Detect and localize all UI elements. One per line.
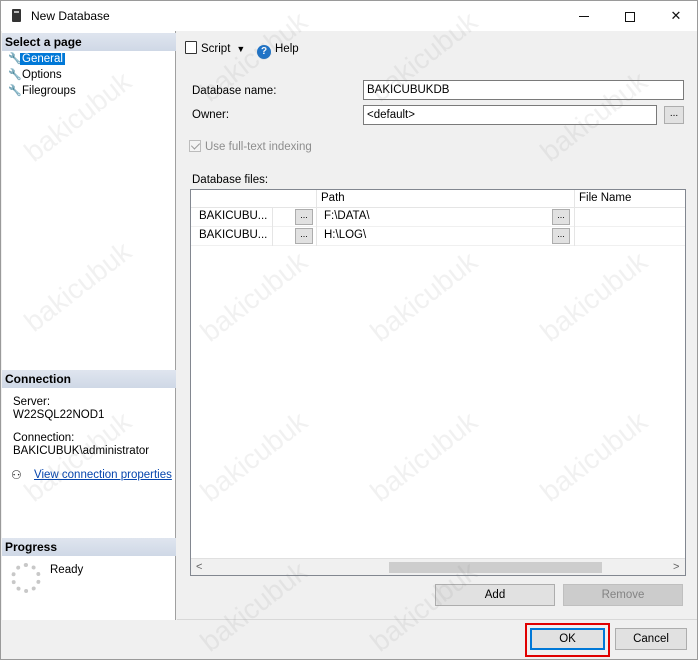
path-cell[interactable]: F:\DATA\ [324,210,370,222]
progress-status: Ready [50,564,84,576]
wrench-icon: 🔧 [8,69,22,81]
column-header-path[interactable]: Path [321,192,345,204]
database-name-label: Database name: [192,85,277,97]
row-separator [272,227,273,246]
minimize-button[interactable] [561,1,607,31]
database-files-grid[interactable]: Path File Name BAKICUBU... ... F:\DATA\ … [190,189,686,576]
footer-divider [177,619,697,620]
name-browse-button[interactable]: ... [295,228,313,244]
title-bar: New Database ✕ [1,1,697,31]
name-browse-button[interactable]: ... [295,209,313,225]
row-separator [316,227,317,246]
page-filegroups-label: Filegroups [22,85,76,97]
row-separator [272,208,273,227]
cancel-button[interactable]: Cancel [615,628,687,650]
select-page-header: Select a page [2,33,176,51]
general-page-content: Database name: Owner: ... Use full-text … [177,69,697,619]
toolbar: Script ▼ ? Help [177,33,697,63]
progress-header: Progress [2,538,176,556]
help-icon: ? [257,45,271,59]
owner-browse-button[interactable]: ... [664,106,684,124]
row-separator [316,208,317,227]
connection-properties-icon: ⚇ [11,468,22,482]
owner-label: Owner: [192,109,230,121]
script-button[interactable]: Script ▼ [185,41,245,57]
path-cell[interactable]: H:\LOG\ [324,229,366,241]
maximize-button[interactable] [607,1,653,31]
fulltext-indexing-row: Use full-text indexing [189,140,312,153]
connection-header: Connection [2,370,176,388]
page-options[interactable]: 🔧Options [8,68,64,83]
window-title: New Database [31,9,110,23]
logical-name-cell[interactable]: BAKICUBU... [199,210,267,222]
page-filegroups[interactable]: 🔧Filegroups [8,84,78,99]
progress-spinner-icon [11,563,41,593]
scroll-right-icon[interactable]: > [673,561,679,573]
chevron-down-icon: ▼ [236,44,246,54]
help-label: Help [275,43,299,55]
grid-header: Path File Name [191,190,685,208]
row-separator [574,227,575,246]
scroll-left-icon[interactable]: < [196,561,202,573]
logical-name-cell[interactable]: BAKICUBU... [199,229,267,241]
script-icon [185,41,197,54]
page-general-label: General [20,53,65,65]
column-header-file-name[interactable]: File Name [579,192,631,204]
owner-input[interactable] [363,105,657,125]
minimize-icon [579,16,589,18]
new-database-dialog: New Database ✕ Select a page 🔧General 🔧O… [0,0,698,660]
connection-label: Connection: [13,432,75,444]
database-files-label: Database files: [192,174,269,186]
add-button[interactable]: Add [435,584,555,606]
scrollbar-thumb[interactable] [389,562,602,573]
server-value: W22SQL22NOD1 [13,409,105,421]
app-icon [12,9,21,22]
close-icon: ✕ [670,8,682,23]
wrench-icon: 🔧 [8,85,22,97]
fulltext-indexing-checkbox[interactable] [189,140,201,152]
help-button[interactable]: ? Help [257,41,299,59]
path-browse-button[interactable]: ... [552,209,570,225]
maximize-icon [625,11,635,22]
server-label: Server: [13,396,51,408]
fulltext-indexing-label: Use full-text indexing [205,141,312,153]
table-row[interactable]: BAKICUBU... ... H:\LOG\ ... [191,227,685,246]
remove-button[interactable]: Remove [563,584,683,606]
page-general[interactable]: 🔧General [8,52,65,67]
script-label: Script [201,43,231,55]
left-pane: Select a page 🔧General 🔧Options 🔧Filegro… [2,31,176,620]
close-button[interactable]: ✕ [653,1,698,31]
ok-button[interactable]: OK [530,628,605,650]
row-separator [574,208,575,227]
database-name-input[interactable] [363,80,684,100]
connection-value: BAKICUBUK\administrator [13,445,150,457]
table-row[interactable]: BAKICUBU... ... F:\DATA\ ... [191,208,685,227]
column-separator [316,190,317,208]
horizontal-scrollbar[interactable]: < > [191,558,685,575]
view-connection-properties-link[interactable]: View connection properties [34,469,172,481]
path-browse-button[interactable]: ... [552,228,570,244]
page-options-label: Options [22,69,62,81]
wrench-icon: 🔧 [8,53,22,65]
column-separator [574,190,575,208]
